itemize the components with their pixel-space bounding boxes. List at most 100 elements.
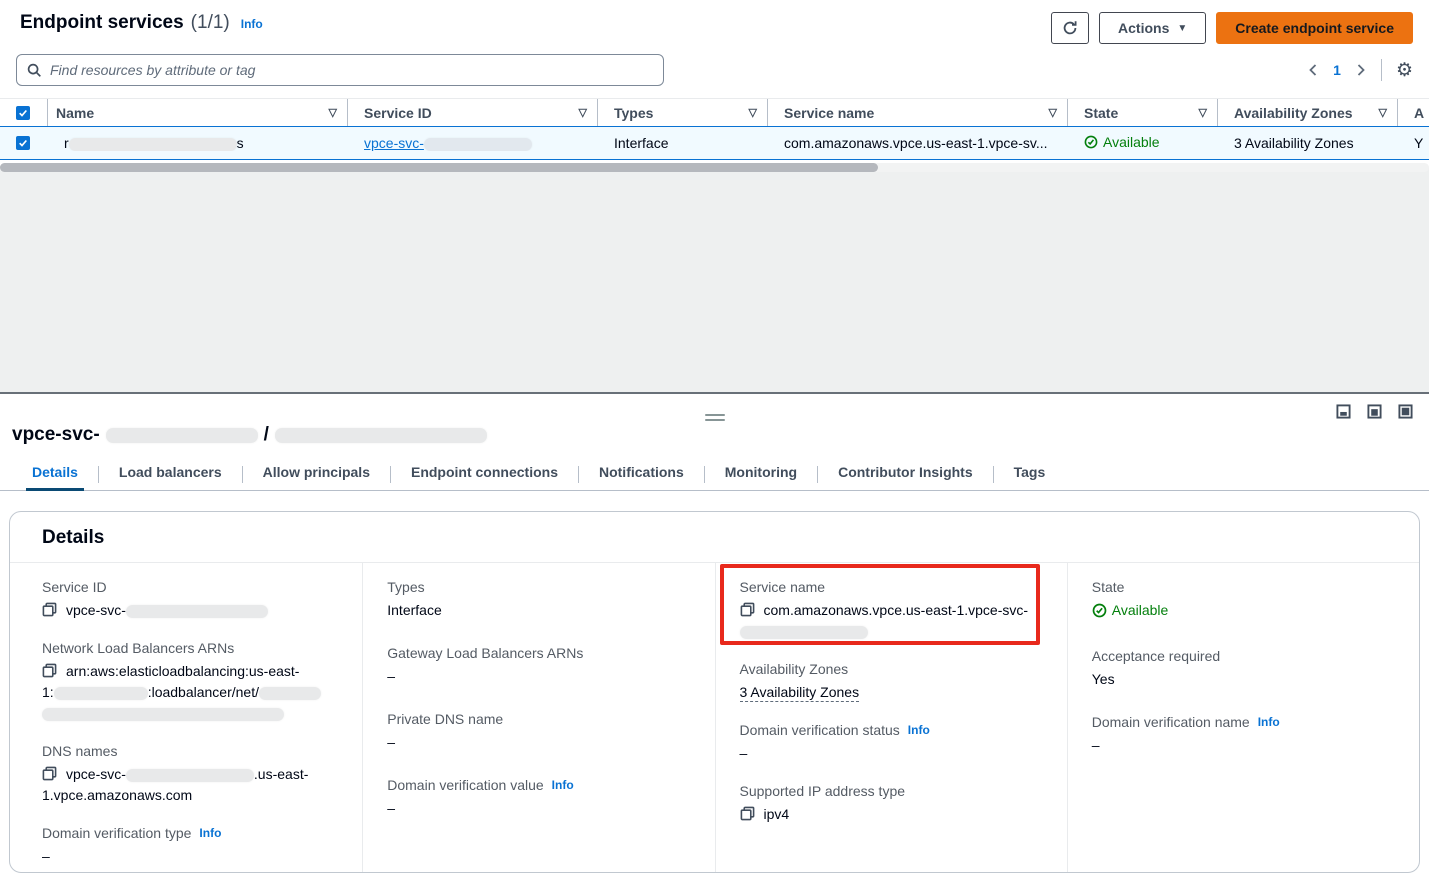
copy-icon[interactable] xyxy=(42,602,57,617)
panel-position-bottom-icon[interactable] xyxy=(1336,404,1351,419)
column-header-acceptance[interactable]: A xyxy=(1398,99,1429,126)
pagination: 1 ⚙ xyxy=(1307,59,1413,81)
refresh-button[interactable] xyxy=(1051,12,1089,44)
availability-zones-popover-trigger[interactable]: 3 Availability Zones xyxy=(740,684,860,702)
scrollbar-thumb[interactable] xyxy=(0,163,878,172)
cell-state: Available xyxy=(1068,134,1218,152)
column-header-state[interactable]: State ▽ xyxy=(1068,99,1218,126)
types-value: Interface xyxy=(387,600,690,621)
domain-verification-status-value: – xyxy=(740,743,1043,764)
availability-zones-popover-trigger[interactable]: 3 Availability Zones xyxy=(1234,135,1354,151)
state-value: Available xyxy=(1092,600,1395,624)
pagination-prev-button[interactable] xyxy=(1307,63,1319,77)
details-column-2: Types Interface Gateway Load Balancers A… xyxy=(362,563,714,873)
info-link[interactable]: Info xyxy=(199,826,221,840)
service-name-value: com.amazonaws.vpce.us-east-1.vpce-svc- xyxy=(740,600,1043,642)
acceptance-required-value: Yes xyxy=(1092,669,1395,690)
resource-count: (1/1) xyxy=(191,12,230,34)
sort-icon[interactable]: ▽ xyxy=(1199,106,1207,119)
create-endpoint-service-button[interactable]: Create endpoint service xyxy=(1216,12,1413,44)
page-title: Endpoint services xyxy=(20,12,184,34)
glb-arns-value: – xyxy=(387,666,690,687)
copy-icon[interactable] xyxy=(42,663,57,678)
tab-endpoint-connections[interactable]: Endpoint connections xyxy=(391,458,578,490)
card-header: Endpoint services (1/1) Info Actions ▼ C… xyxy=(0,0,1429,44)
service-id-link[interactable]: vpce-svc- xyxy=(364,135,532,151)
column-header-availability-zones[interactable]: Availability Zones ▽ xyxy=(1218,99,1398,126)
domain-verification-name-value: – xyxy=(1092,735,1395,756)
copy-icon[interactable] xyxy=(740,602,755,617)
tab-details[interactable]: Details xyxy=(12,458,98,490)
sort-icon[interactable]: ▽ xyxy=(1379,106,1387,119)
sort-icon[interactable]: ▽ xyxy=(749,106,757,119)
panel-maximize-icon[interactable] xyxy=(1398,404,1413,419)
tab-load-balancers[interactable]: Load balancers xyxy=(99,458,242,490)
availability-zones-value: 3 Availability Zones xyxy=(740,682,1043,703)
supported-ip-value: ipv4 xyxy=(740,804,1043,825)
copy-icon[interactable] xyxy=(740,806,755,821)
search-icon xyxy=(27,63,42,78)
actions-button[interactable]: Actions ▼ xyxy=(1099,12,1206,44)
endpoint-services-card: Endpoint services (1/1) Info Actions ▼ C… xyxy=(0,0,1429,168)
private-dns-name-value: – xyxy=(387,732,690,753)
horizontal-scrollbar[interactable] xyxy=(0,163,1429,172)
field-label: Domain verification valueInfo xyxy=(387,777,690,793)
info-link[interactable]: Info xyxy=(908,723,930,737)
details-column-3: Service name com.amazonaws.vpce.us-east-… xyxy=(715,563,1067,873)
row-checkbox[interactable] xyxy=(16,136,30,150)
nlb-arn-value: arn:aws:elasticloadbalancing:us-east- 1:… xyxy=(42,661,338,724)
tab-monitoring[interactable]: Monitoring xyxy=(705,458,817,490)
details-column-1: Service ID vpce-svc- Network Load Balanc… xyxy=(10,563,362,873)
column-header-name[interactable]: Name ▽ xyxy=(48,99,348,126)
copy-icon[interactable] xyxy=(42,766,57,781)
redacted-text xyxy=(126,605,268,618)
redacted-text xyxy=(259,687,321,700)
cell-service-id: vpce-svc- xyxy=(348,135,598,151)
details-container: Details Service ID vpce-svc- Network Loa… xyxy=(9,511,1420,873)
field-label: Private DNS name xyxy=(387,711,690,727)
field-label: Domain verification statusInfo xyxy=(740,722,1043,738)
tab-allow-principals[interactable]: Allow principals xyxy=(243,458,390,490)
tab-notifications[interactable]: Notifications xyxy=(579,458,704,490)
info-link[interactable]: Info xyxy=(552,778,574,792)
pagination-next-button[interactable] xyxy=(1355,63,1367,77)
select-all-checkbox[interactable] xyxy=(16,106,30,120)
column-header-types[interactable]: Types ▽ xyxy=(598,99,768,126)
table-header-row: Name ▽ Service ID ▽ Types ▽ Service name… xyxy=(0,98,1429,126)
redacted-text xyxy=(740,626,868,639)
field-label: Availability Zones xyxy=(740,661,1043,677)
panel-position-side-icon[interactable] xyxy=(1367,404,1382,419)
sort-icon[interactable]: ▽ xyxy=(579,106,587,119)
tab-contributor-insights[interactable]: Contributor Insights xyxy=(818,458,993,490)
field-label: Acceptance required xyxy=(1092,648,1395,664)
domain-verification-type-value: – xyxy=(42,846,338,867)
field-label: Gateway Load Balancers ARNs xyxy=(387,645,690,661)
cell-acceptance: Y xyxy=(1398,135,1429,151)
redacted-text xyxy=(275,428,487,443)
panel-resize-handle[interactable] xyxy=(701,410,729,425)
table-row[interactable]: rs vpce-svc- Interface com.amazonaws.vpc… xyxy=(0,126,1429,160)
cell-name: rs xyxy=(48,135,348,151)
search-input[interactable] xyxy=(50,62,653,78)
redacted-text xyxy=(54,687,148,700)
sort-icon[interactable]: ▽ xyxy=(329,106,337,119)
endpoint-services-table: Name ▽ Service ID ▽ Types ▽ Service name… xyxy=(0,98,1429,172)
column-header-service-name[interactable]: Service name ▽ xyxy=(768,99,1068,126)
pagination-current-page[interactable]: 1 xyxy=(1333,62,1341,78)
tab-tags[interactable]: Tags xyxy=(994,458,1066,490)
domain-verification-value-value: – xyxy=(387,798,690,819)
column-header-service-id[interactable]: Service ID ▽ xyxy=(348,99,598,126)
field-label: Types xyxy=(387,579,690,595)
sort-icon[interactable]: ▽ xyxy=(1049,106,1057,119)
info-link[interactable]: Info xyxy=(241,17,263,31)
actions-label: Actions xyxy=(1118,20,1169,36)
field-label: Service name xyxy=(740,579,1043,595)
settings-gear-button[interactable]: ⚙ xyxy=(1396,61,1413,80)
panel-tabs: Details Load balancers Allow principals … xyxy=(0,458,1429,491)
dns-names-value: vpce-svc-.us-east- 1.vpce.amazonaws.com xyxy=(42,764,338,806)
details-column-4: State Available Acceptance required Yes … xyxy=(1067,563,1419,873)
info-link[interactable]: Info xyxy=(1258,715,1280,729)
divider xyxy=(1381,59,1382,81)
panel-layout-controls xyxy=(1336,404,1413,419)
service-id-value: vpce-svc- xyxy=(42,600,338,621)
